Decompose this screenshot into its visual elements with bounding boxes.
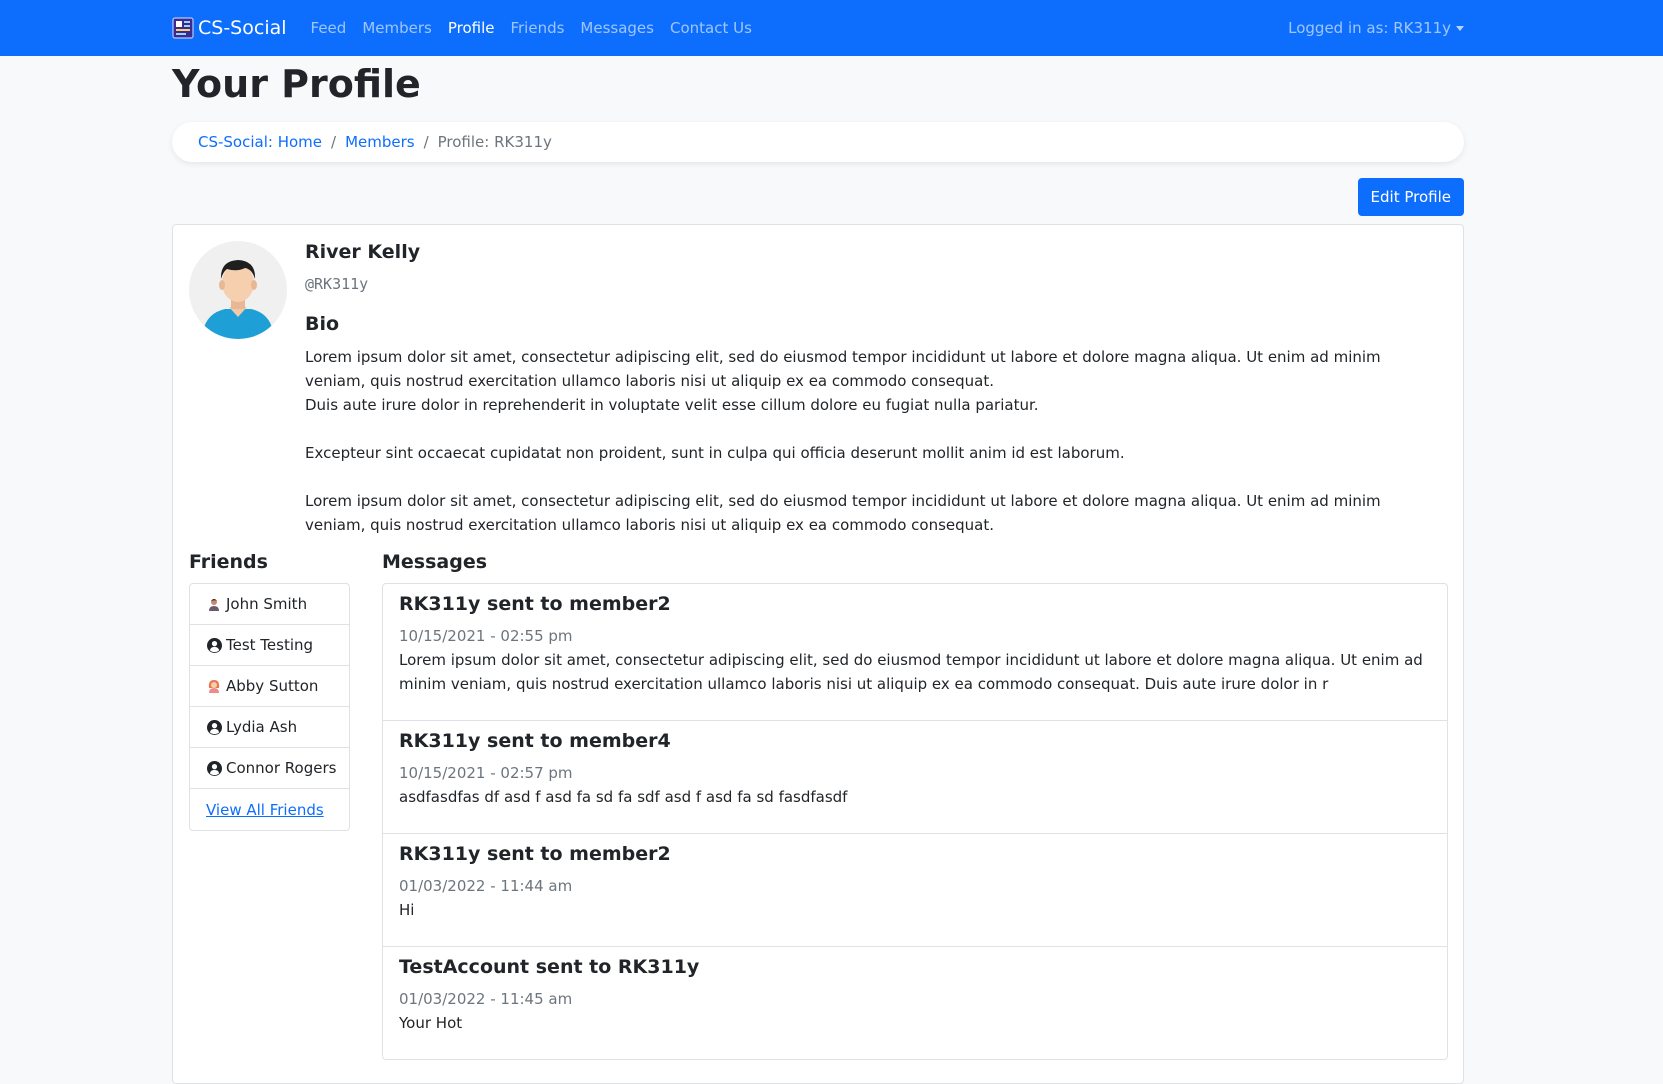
friend-item-lydia-ash[interactable]: Lydia Ash: [190, 707, 349, 748]
user-circle-icon: [206, 719, 222, 735]
friend-item-john-smith[interactable]: John Smith: [190, 584, 349, 625]
friend-name: John Smith: [226, 595, 308, 613]
friends-list: John Smith Test Testing Abby Sutton Lydi…: [189, 583, 350, 831]
message-title: RK311y sent to member4: [399, 730, 671, 752]
user-circle-icon: [206, 637, 222, 653]
messages-heading: Messages: [382, 551, 488, 573]
breadcrumb-separator: /: [423, 133, 429, 151]
bio-text: Lorem ipsum dolor sit amet, consectetur …: [305, 345, 1445, 537]
nav-link-profile[interactable]: Profile: [448, 19, 495, 37]
user-photo-icon: [206, 596, 222, 612]
message-title: TestAccount sent to RK311y: [399, 956, 700, 978]
friend-name: Test Testing: [226, 636, 314, 654]
message-body: asdfasdfas df asd f asd fa sd fa sdf asd…: [399, 788, 848, 806]
user-menu-label: Logged in as: RK311y: [1288, 19, 1451, 37]
friend-name: Connor Rogers: [226, 759, 337, 777]
message-item[interactable]: RK311y sent to member4 10/15/2021 - 02:5…: [383, 721, 1447, 834]
view-all-friends-link[interactable]: View All Friends: [206, 801, 324, 819]
breadcrumb-current: Profile: RK311y: [437, 133, 552, 151]
nav-link-contact[interactable]: Contact Us: [670, 19, 752, 37]
breadcrumb-separator: /: [331, 133, 337, 151]
bio-paragraph: Lorem ipsum dolor sit amet, consectetur …: [305, 348, 1381, 390]
user-photo-icon: [206, 678, 222, 694]
friend-name: Abby Sutton: [226, 677, 319, 695]
message-body: Lorem ipsum dolor sit amet, consectetur …: [399, 651, 1423, 693]
nav-link-friends[interactable]: Friends: [510, 19, 564, 37]
profile-card: River Kelly @RK311y Bio Lorem ipsum dolo…: [172, 224, 1464, 1084]
user-circle-icon: [206, 760, 222, 776]
breadcrumb-home[interactable]: CS-Social: Home: [198, 133, 322, 151]
message-item[interactable]: TestAccount sent to RK311y 01/03/2022 - …: [383, 947, 1447, 1059]
friend-item-test-testing[interactable]: Test Testing: [190, 625, 349, 666]
friend-item-connor-rogers[interactable]: Connor Rogers: [190, 748, 349, 789]
messages-list: RK311y sent to member2 10/15/2021 - 02:5…: [382, 583, 1448, 1060]
breadcrumb: CS-Social: Home / Members / Profile: RK3…: [172, 122, 1464, 162]
view-all-friends-item: View All Friends: [190, 789, 349, 830]
message-date: 01/03/2022 - 11:44 am: [399, 877, 573, 895]
nav-link-feed[interactable]: Feed: [311, 19, 347, 37]
breadcrumb-members[interactable]: Members: [345, 133, 415, 151]
message-body: Hi: [399, 901, 415, 919]
nav-link-members[interactable]: Members: [362, 19, 432, 37]
message-title: RK311y sent to member2: [399, 843, 671, 865]
bio-paragraph: Duis aute irure dolor in reprehenderit i…: [305, 396, 1039, 414]
profile-handle: @RK311y: [305, 275, 369, 293]
message-item[interactable]: RK311y sent to member2 10/15/2021 - 02:5…: [383, 584, 1447, 721]
bio-heading: Bio: [305, 313, 340, 335]
brand-logo-icon: [172, 17, 194, 39]
brand-link[interactable]: CS-Social: [172, 17, 287, 39]
message-date: 10/15/2021 - 02:55 pm: [399, 627, 573, 645]
nav-link-messages[interactable]: Messages: [580, 19, 654, 37]
avatar: [189, 241, 287, 339]
message-date: 01/03/2022 - 11:45 am: [399, 990, 573, 1008]
navbar-inner: CS-Social Feed Members Profile Friends M…: [172, 0, 1464, 56]
bio-paragraph: Lorem ipsum dolor sit amet, consectetur …: [305, 492, 1381, 534]
edit-profile-button[interactable]: Edit Profile: [1357, 178, 1464, 216]
user-menu-dropdown[interactable]: Logged in as: RK311y: [1288, 0, 1464, 56]
page-title: Your Profile: [172, 62, 421, 106]
navbar: CS-Social Feed Members Profile Friends M…: [0, 0, 1663, 56]
profile-name: River Kelly: [305, 241, 421, 263]
caret-down-icon: [1456, 25, 1464, 31]
message-item[interactable]: RK311y sent to member2 01/03/2022 - 11:4…: [383, 834, 1447, 947]
bio-paragraph: Excepteur sint occaecat cupidatat non pr…: [305, 444, 1125, 462]
friends-heading: Friends: [189, 551, 268, 573]
friend-name: Lydia Ash: [226, 718, 298, 736]
message-date: 10/15/2021 - 02:57 pm: [399, 764, 573, 782]
friend-item-abby-sutton[interactable]: Abby Sutton: [190, 666, 349, 707]
message-body: Your Hot: [399, 1014, 463, 1032]
brand-name: CS-Social: [198, 17, 287, 39]
message-title: RK311y sent to member2: [399, 593, 671, 615]
